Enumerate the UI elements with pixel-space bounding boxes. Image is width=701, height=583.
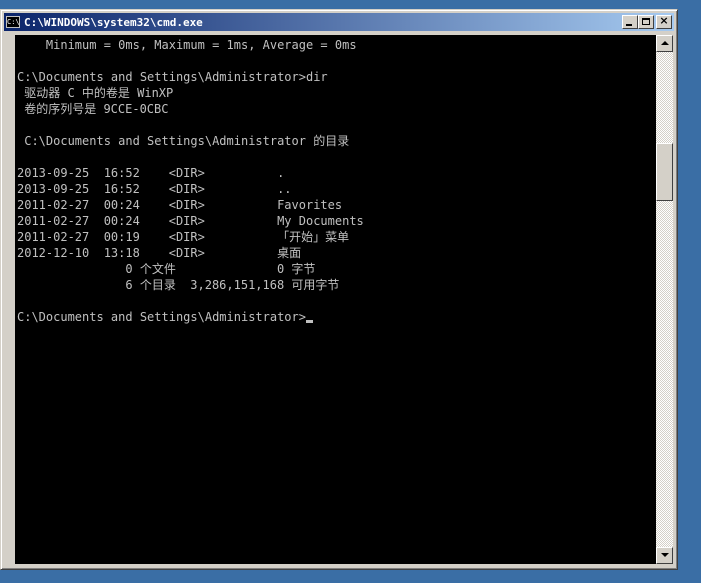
title-bar[interactable]: C:\ C:\WINDOWS\system32\cmd.exe × — [4, 13, 674, 31]
maximize-icon — [642, 18, 650, 25]
close-button[interactable]: × — [656, 14, 672, 29]
console-line: 2011-02-27 00:24 <DIR> My Documents — [17, 214, 364, 228]
minimize-button[interactable] — [622, 15, 638, 29]
window-controls: × — [622, 14, 672, 29]
console-line: 2011-02-27 00:19 <DIR> 「开始」菜单 — [17, 230, 350, 244]
arrow-up-icon — [661, 41, 669, 45]
console-line: C:\Documents and Settings\Administrator>… — [17, 70, 328, 84]
cmd-window: C:\ C:\WINDOWS\system32\cmd.exe × Minimu… — [0, 9, 678, 570]
console-output[interactable]: Minimum = 0ms, Maximum = 1ms, Average = … — [15, 35, 656, 564]
arrow-down-icon — [661, 553, 669, 557]
console-line: 驱动器 C 中的卷是 WinXP — [17, 86, 174, 100]
console-line: 2011-02-27 00:24 <DIR> Favorites — [17, 198, 343, 212]
scroll-thumb[interactable] — [656, 143, 673, 201]
vertical-scrollbar[interactable] — [656, 35, 673, 564]
close-icon: × — [659, 14, 669, 27]
console-line: C:\Documents and Settings\Administrator … — [17, 134, 350, 148]
console-text: Minimum = 0ms, Maximum = 1ms, Average = … — [17, 37, 364, 325]
window-title: C:\WINDOWS\system32\cmd.exe — [24, 15, 203, 29]
console-prompt: C:\Documents and Settings\Administrator> — [17, 310, 306, 324]
maximize-button[interactable] — [638, 15, 654, 29]
console-line: 6 个目录 3,286,151,168 可用字节 — [17, 278, 340, 292]
scroll-down-button[interactable] — [656, 547, 673, 564]
scroll-up-button[interactable] — [656, 35, 673, 52]
cmd-icon[interactable]: C:\ — [6, 16, 20, 28]
console-line: 2013-09-25 16:52 <DIR> .. — [17, 182, 292, 196]
text-cursor — [305, 320, 313, 323]
console-line: 0 个文件 0 字节 — [17, 262, 316, 276]
console-line: 卷的序列号是 9CCE-0CBC — [17, 102, 169, 116]
console-line: Minimum = 0ms, Maximum = 1ms, Average = … — [17, 38, 357, 52]
console-line: 2012-12-10 13:18 <DIR> 桌面 — [17, 246, 302, 260]
console-line: 2013-09-25 16:52 <DIR> . — [17, 166, 285, 180]
minimize-icon — [626, 24, 632, 26]
